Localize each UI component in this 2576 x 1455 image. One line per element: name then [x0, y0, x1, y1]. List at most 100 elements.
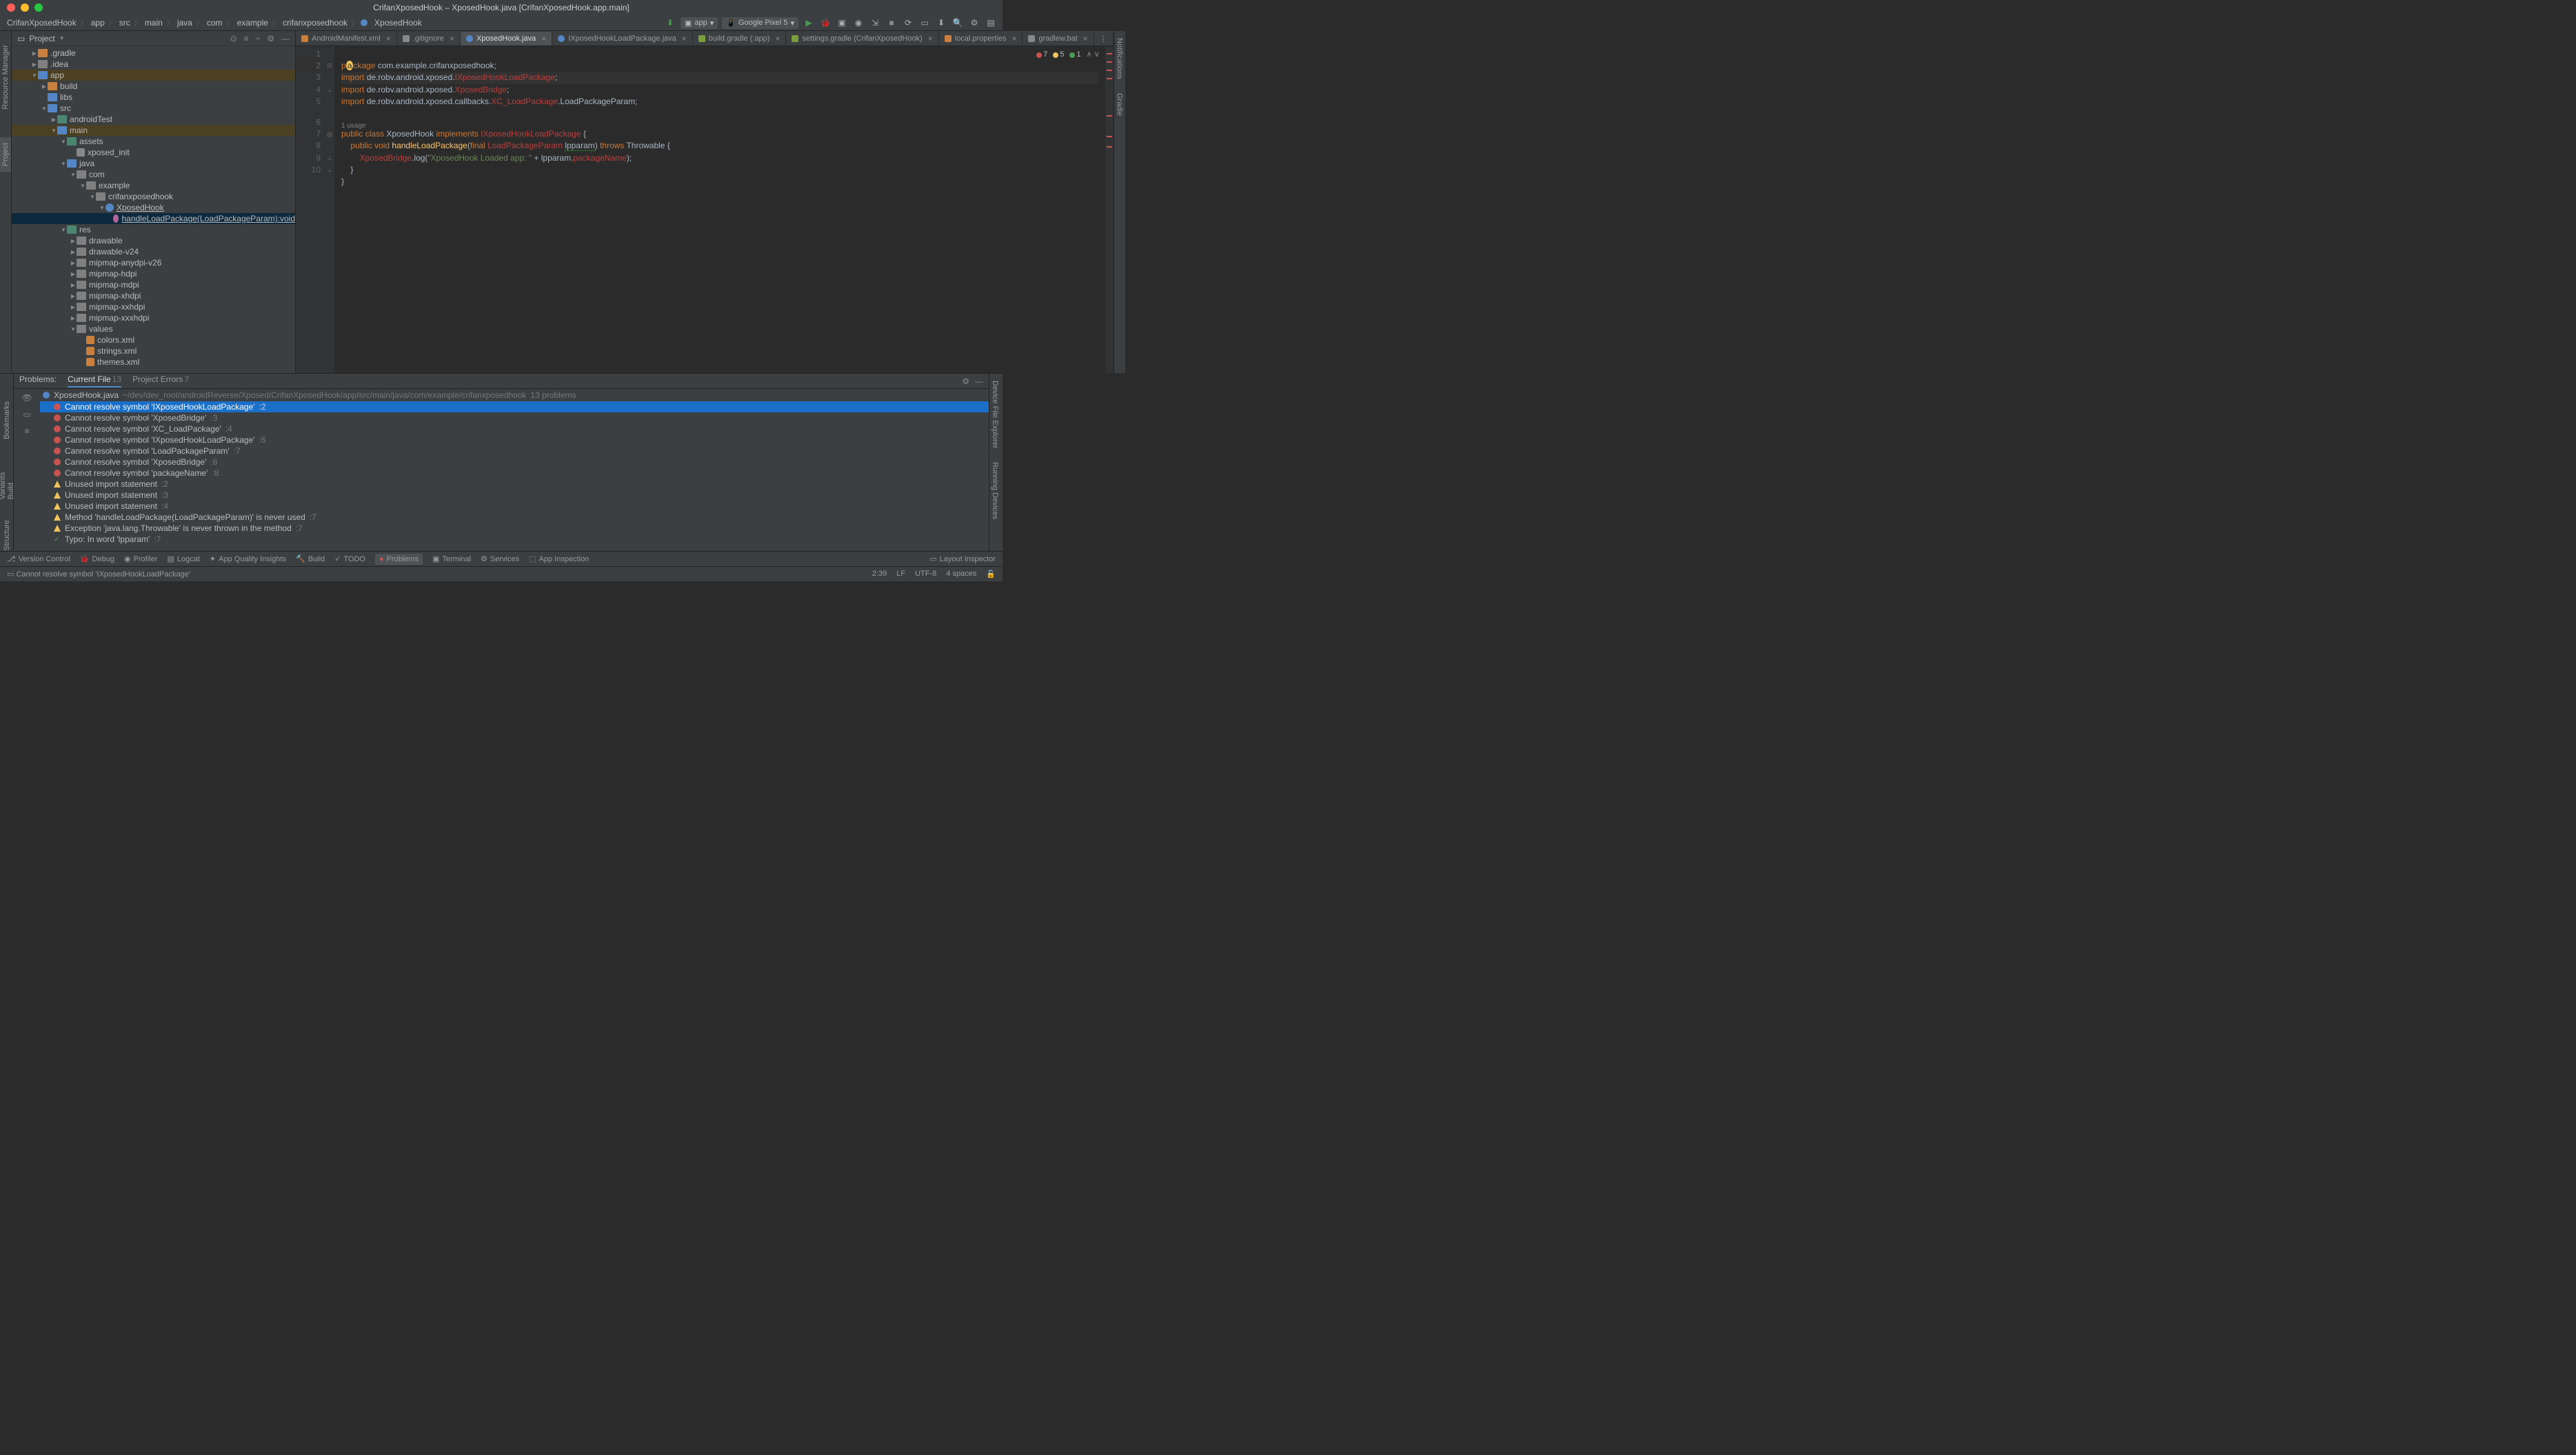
- close-tab-icon[interactable]: ×: [386, 34, 391, 43]
- expand-icon[interactable]: ≡: [24, 426, 29, 436]
- stop-icon[interactable]: ■: [885, 17, 898, 29]
- problem-item[interactable]: Cannot resolve symbol 'packageName':8: [40, 468, 989, 479]
- close-tab-icon[interactable]: ×: [541, 34, 546, 43]
- status-icon[interactable]: ▭: [7, 570, 14, 579]
- filter-icon[interactable]: ▭: [23, 410, 30, 419]
- tree-item[interactable]: ▶build: [12, 81, 295, 92]
- inspection-widget[interactable]: 7 5 1 ∧ ∨: [1036, 49, 1100, 61]
- close-tab-icon[interactable]: ×: [450, 34, 454, 43]
- problem-item[interactable]: Unused import statement:4: [40, 501, 989, 512]
- tree-item[interactable]: ▶.gradle: [12, 48, 295, 59]
- bottom-tool-problems[interactable]: ●Problems: [375, 554, 423, 565]
- tool-running-devices[interactable]: Running Devices: [989, 455, 1000, 526]
- tree-item[interactable]: themes.xml: [12, 357, 295, 368]
- tool-resource-manager[interactable]: Resource Manager: [1, 45, 10, 110]
- breadcrumb-item[interactable]: CrifanXposedHook: [6, 18, 78, 28]
- close-window[interactable]: [7, 3, 15, 12]
- tree-item[interactable]: ▼assets: [12, 136, 295, 147]
- editor-tab[interactable]: AndroidManifest.xml×: [296, 32, 397, 46]
- problem-item[interactable]: Unused import statement:3: [40, 490, 989, 501]
- project-tree[interactable]: ▶.gradle▶.idea▼app▶buildlibs▼src▶android…: [12, 46, 295, 373]
- tree-item[interactable]: strings.xml: [12, 345, 295, 357]
- editor-tab[interactable]: build.gradle (:app)×: [693, 32, 787, 46]
- problem-item[interactable]: Method 'handleLoadPackage(LoadPackagePar…: [40, 512, 989, 523]
- tree-item[interactable]: ▼res: [12, 224, 295, 235]
- bottom-tool-todo[interactable]: ✓TODO: [334, 554, 365, 565]
- profile-icon[interactable]: ◉: [852, 17, 865, 29]
- bottom-tool-app-inspection[interactable]: ⬚App Inspection: [529, 554, 589, 565]
- tab-project-errors[interactable]: Project Errors7: [132, 374, 189, 388]
- problem-item[interactable]: Exception 'java.lang.Throwable' is never…: [40, 523, 989, 534]
- run-config-app[interactable]: ▣ app ▾: [681, 17, 718, 29]
- sdk-icon[interactable]: ⬇: [935, 17, 947, 29]
- tree-item[interactable]: ▼XposedHook: [12, 202, 295, 213]
- avd-icon[interactable]: ▭: [918, 17, 931, 29]
- tree-item[interactable]: ▶.idea: [12, 59, 295, 70]
- tree-item[interactable]: ▶mipmap-xxxhdpi: [12, 312, 295, 323]
- tree-item[interactable]: ▶mipmap-hdpi: [12, 268, 295, 279]
- tree-item[interactable]: ▶mipmap-anydpi-v26: [12, 257, 295, 268]
- tree-item[interactable]: xposed_init: [12, 147, 295, 158]
- tree-item[interactable]: ▶androidTest: [12, 114, 295, 125]
- breadcrumb-item[interactable]: app: [90, 18, 106, 28]
- project-view-label[interactable]: Project: [29, 34, 54, 43]
- problems-settings-icon[interactable]: ⚙: [962, 377, 969, 386]
- tree-item[interactable]: ▶mipmap-mdpi: [12, 279, 295, 290]
- tool-bookmarks[interactable]: Bookmarks: [3, 401, 11, 439]
- run-icon[interactable]: ▶: [803, 17, 815, 29]
- tool-build-variants[interactable]: Build Variants: [0, 460, 15, 499]
- sync-icon[interactable]: ⟳: [902, 17, 914, 29]
- code-editor[interactable]: package com.example.crifanxposedhook;imp…: [334, 46, 1105, 373]
- tabs-more[interactable]: ⋮: [1094, 32, 1114, 46]
- maximize-window[interactable]: [34, 3, 43, 12]
- tree-item[interactable]: ▶mipmap-xhdpi: [12, 290, 295, 301]
- tree-item[interactable]: ▼java: [12, 158, 295, 169]
- editor-tab[interactable]: settings.gradle (CrifanXposedHook)×: [786, 32, 938, 46]
- tree-item[interactable]: ▼example: [12, 180, 295, 191]
- bottom-tool-profiler[interactable]: ◉Profiler: [124, 554, 157, 565]
- breadcrumb-item[interactable]: example: [236, 18, 270, 28]
- hide-panel-icon[interactable]: —: [281, 34, 290, 43]
- search-icon[interactable]: 🔍: [952, 17, 964, 29]
- breadcrumb-item[interactable]: XposedHook: [373, 18, 423, 28]
- breadcrumb-item[interactable]: crifanxposedhook: [281, 18, 349, 28]
- tree-item[interactable]: ▼app: [12, 70, 295, 81]
- tree-item[interactable]: ▼com: [12, 169, 295, 180]
- breadcrumb-item[interactable]: main: [143, 18, 164, 28]
- expand-all-icon[interactable]: ≡: [244, 34, 249, 43]
- breadcrumb-item[interactable]: java: [176, 18, 194, 28]
- tool-gradle[interactable]: Gradle: [1114, 86, 1125, 123]
- tree-item[interactable]: colors.xml: [12, 334, 295, 345]
- tree-item[interactable]: ▼src: [12, 103, 295, 114]
- tool-notifications[interactable]: Notifications: [1114, 31, 1125, 86]
- error-stripe[interactable]: [1105, 46, 1114, 373]
- build-icon[interactable]: ⬇: [664, 17, 676, 29]
- encoding[interactable]: UTF-8: [915, 570, 936, 579]
- problem-item[interactable]: Cannot resolve symbol 'IXposedHookLoadPa…: [40, 434, 989, 445]
- close-tab-icon[interactable]: ×: [682, 34, 687, 43]
- device-selector[interactable]: 📱 Google Pixel 5 ▾: [722, 17, 798, 29]
- editor-tab[interactable]: .gitignore×: [397, 32, 461, 46]
- close-tab-icon[interactable]: ×: [775, 34, 780, 43]
- breadcrumb-item[interactable]: com: [205, 18, 224, 28]
- settings-gear-icon[interactable]: ⚙: [267, 34, 274, 43]
- tree-item[interactable]: ▼crifanxposedhook: [12, 191, 295, 202]
- problem-item[interactable]: Cannot resolve symbol 'XposedBridge':3: [40, 412, 989, 423]
- tree-item[interactable]: ▼values: [12, 323, 295, 334]
- problem-file-header[interactable]: XposedHook.java ~/dev/dev_root/androidRe…: [40, 389, 989, 401]
- attach-icon[interactable]: ⇲: [869, 17, 881, 29]
- problem-item[interactable]: Cannot resolve symbol 'IXposedHookLoadPa…: [40, 401, 989, 412]
- view-icon[interactable]: 👁: [21, 393, 32, 403]
- editor-tab[interactable]: local.properties×: [939, 32, 1023, 46]
- cursor-position[interactable]: 2:39: [872, 570, 887, 579]
- collapse-all-icon[interactable]: ÷: [256, 34, 261, 43]
- bottom-tool-terminal[interactable]: ▣Terminal: [432, 554, 471, 565]
- select-opened-icon[interactable]: ⊙: [230, 34, 237, 43]
- bottom-tool-services[interactable]: ⚙Services: [481, 554, 519, 565]
- problems-hide-icon[interactable]: —: [975, 377, 983, 386]
- problem-item[interactable]: Cannot resolve symbol 'XposedBridge':8: [40, 456, 989, 468]
- readonly-icon[interactable]: 🔓: [986, 570, 996, 579]
- avatar-icon[interactable]: ▤: [985, 17, 997, 29]
- bottom-tool-logcat[interactable]: ▤Logcat: [167, 554, 199, 565]
- breadcrumb-item[interactable]: src: [118, 18, 132, 28]
